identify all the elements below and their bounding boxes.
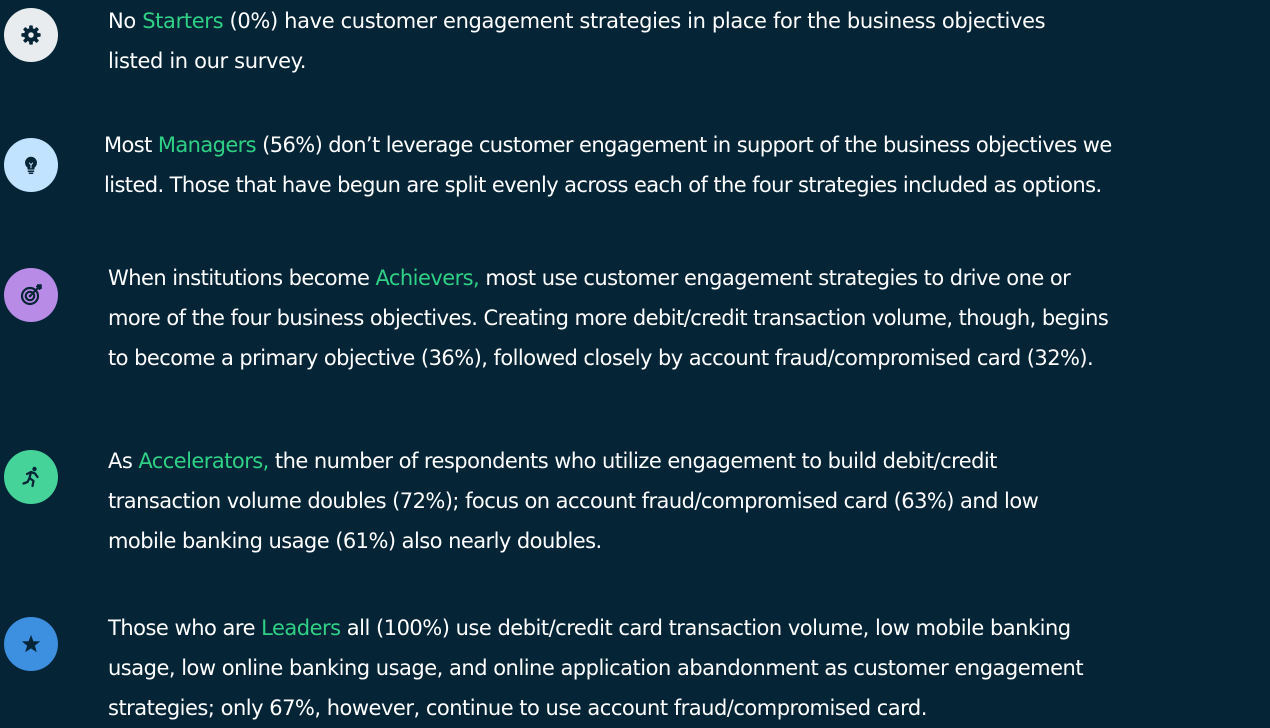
leaders-description: Those who are Leaders all (100%) use deb…: [108, 608, 1084, 728]
starters-description: No Starters (0%) have customer engagemen…: [108, 1, 1046, 81]
accelerators-description: As Accelerators, the number of responden…: [108, 441, 1039, 561]
text-line: strategies; only 67%, however, continue …: [108, 696, 927, 720]
lightbulb-icon: [4, 138, 58, 192]
runner-icon: [4, 450, 58, 504]
segment-label-accelerators: Accelerators,: [138, 449, 269, 473]
text-line: As Accelerators, the number of responden…: [108, 449, 997, 473]
text-line: to become a primary objective (36%), fol…: [108, 346, 1094, 370]
text-line: listed in our survey.: [108, 49, 307, 73]
managers-description: Most Managers (56%) don’t leverage custo…: [104, 125, 1112, 205]
achievers-description: When institutions become Achievers, most…: [108, 258, 1109, 378]
text-line: more of the four business objectives. Cr…: [108, 306, 1109, 330]
text-line: transaction volume doubles (72%); focus …: [108, 489, 1039, 513]
text-line: Most Managers (56%) don’t leverage custo…: [104, 133, 1112, 157]
text-line: usage, low online banking usage, and onl…: [108, 656, 1084, 680]
segment-label-starters: Starters: [142, 9, 224, 33]
text-line: mobile banking usage (61%) also nearly d…: [108, 529, 602, 553]
segment-label-managers: Managers: [157, 133, 257, 157]
text-line: When institutions become Achievers, most…: [108, 266, 1071, 290]
text-line: listed. Those that have begun are split …: [104, 173, 1102, 197]
text-line: No Starters (0%) have customer engagemen…: [108, 9, 1046, 33]
star-icon: [4, 617, 58, 671]
gear-icon: [4, 8, 58, 62]
segment-label-leaders: Leaders: [261, 616, 341, 640]
text-line: Those who are Leaders all (100%) use deb…: [108, 616, 1071, 640]
segment-label-achievers: Achievers,: [375, 266, 480, 290]
target-icon: [4, 268, 58, 322]
